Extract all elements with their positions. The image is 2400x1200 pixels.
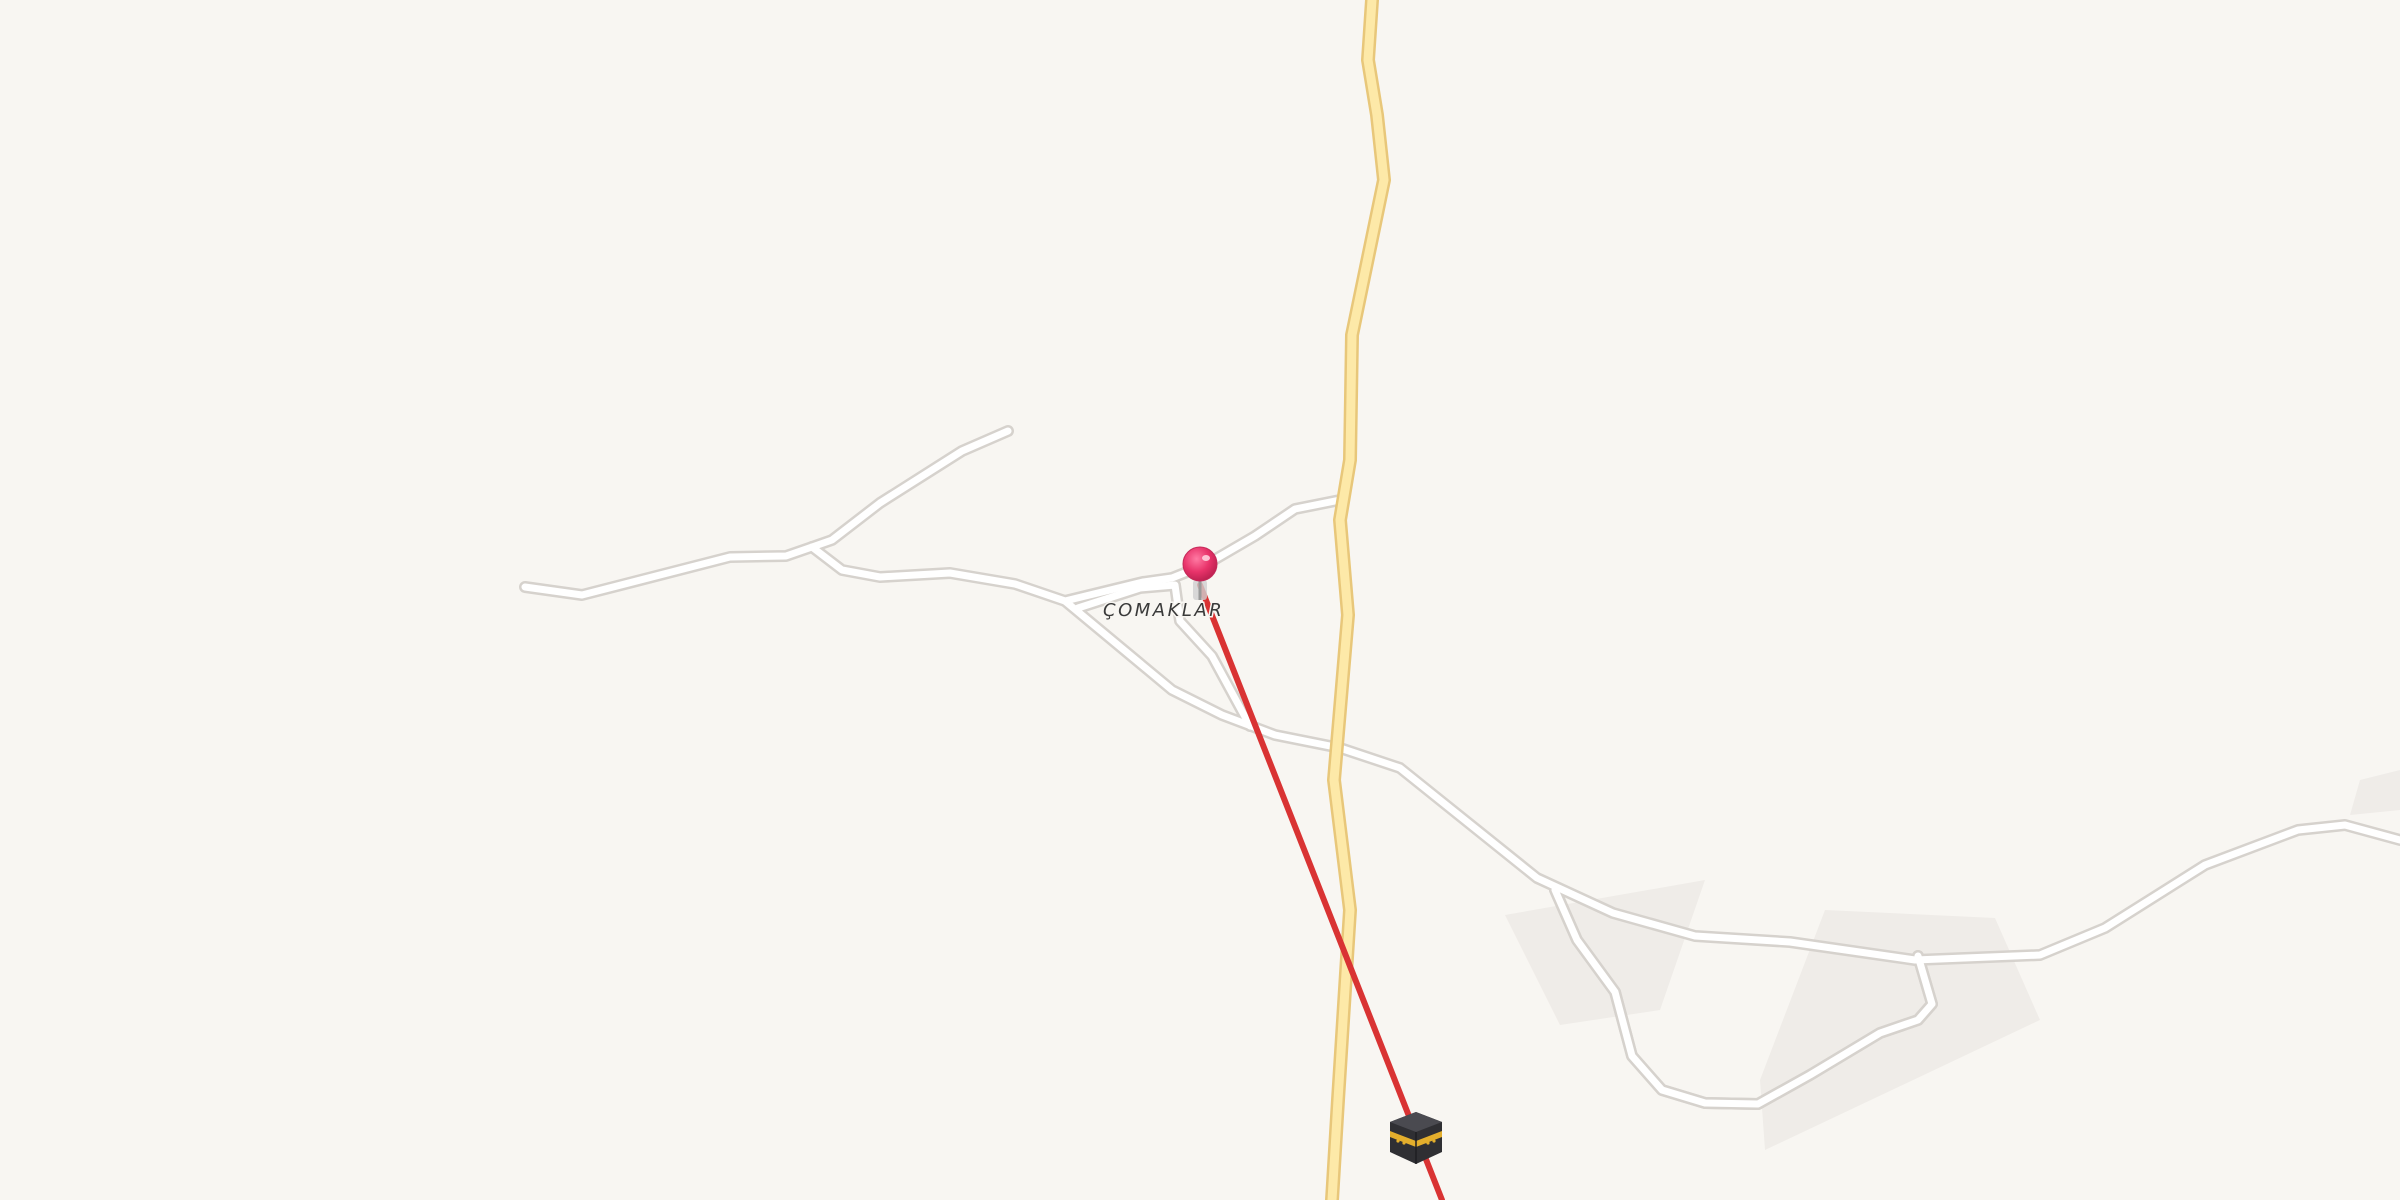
map-pin-icon[interactable] [1182, 546, 1218, 600]
landuse-area [1505, 880, 1705, 1025]
route-line [1197, 582, 1445, 1200]
landuse-area [2350, 770, 2400, 815]
place-label: ÇOMAKLAR [1103, 600, 1224, 621]
road-segment [808, 496, 1344, 605]
road-segment [1061, 597, 2400, 964]
kaaba-icon[interactable] [1390, 1112, 1442, 1164]
minor-roads [521, 427, 2400, 1108]
highway [1325, 0, 1391, 1200]
minor-roads-casing [519, 425, 2400, 1110]
map-canvas[interactable]: ÇOMAKLAR [0, 0, 2400, 1200]
